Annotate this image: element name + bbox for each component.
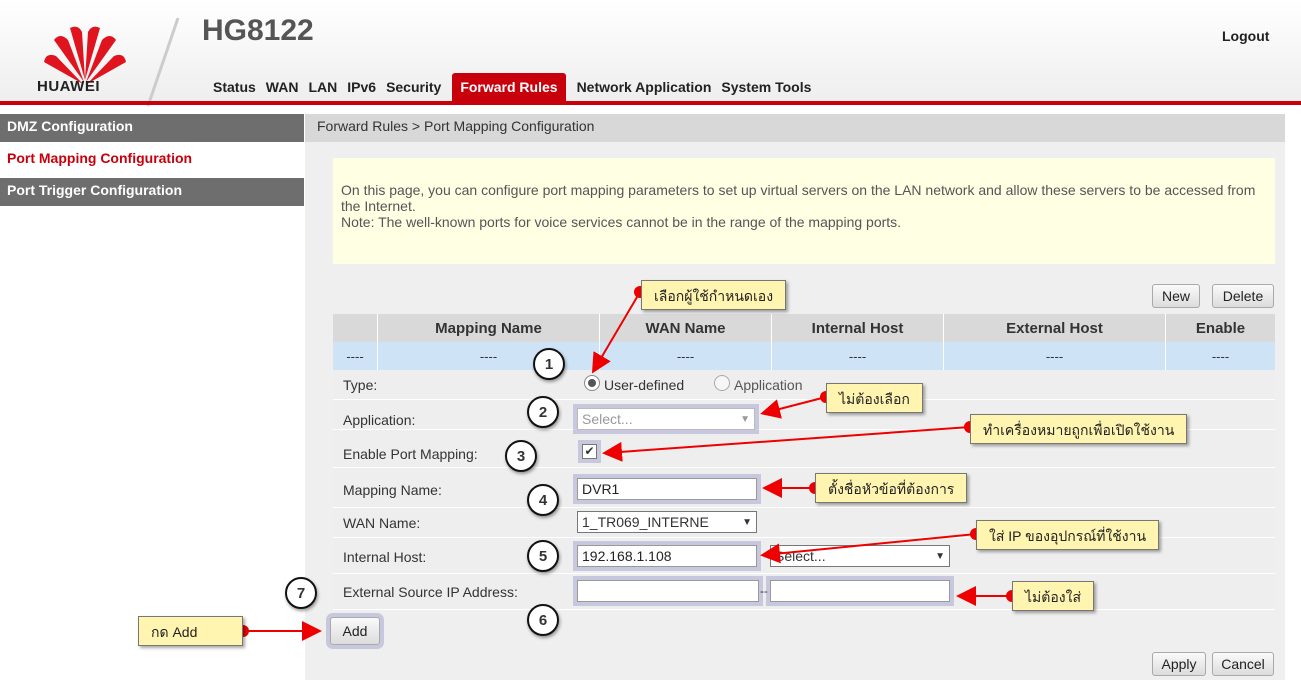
wan-name-label: WAN Name:: [343, 515, 421, 531]
wan-name-value: 1_TR069_INTERNE: [582, 514, 709, 530]
tab-status[interactable]: Status: [208, 79, 261, 102]
internal-host-input[interactable]: 192.168.1.108: [577, 545, 757, 567]
cancel-button[interactable]: Cancel: [1212, 652, 1274, 676]
col-wan-name: WAN Name: [600, 314, 772, 342]
chevron-down-icon: ▼: [742, 516, 752, 528]
info-note: On this page, you can configure port map…: [333, 158, 1275, 264]
step-marker-1: 1: [533, 348, 565, 380]
external-ip-start-input[interactable]: [577, 580, 759, 602]
new-button[interactable]: New: [1152, 284, 1200, 308]
sidebar-item-dmz[interactable]: DMZ Configuration: [0, 114, 304, 146]
radio-application-label: Application: [734, 377, 803, 393]
application-select[interactable]: Select... ▼: [577, 408, 755, 430]
delete-button[interactable]: Delete: [1212, 284, 1274, 308]
cell: ----: [772, 342, 944, 370]
internal-host-select[interactable]: Select... ▼: [770, 545, 950, 567]
col-enable: Enable: [1195, 319, 1246, 337]
cell: ----: [333, 342, 378, 370]
col-external-host: External Host: [944, 314, 1166, 342]
step-marker-2: 2: [527, 396, 559, 428]
range-separator: --: [760, 584, 768, 598]
device-model: HG8122: [202, 14, 314, 47]
cell: ----: [600, 342, 772, 370]
step-marker-7: 7: [285, 577, 317, 609]
callout-select-user-defined: เลือกผู้ใช้กำหนดเอง: [641, 280, 787, 310]
sidebar-item-port-mapping[interactable]: Port Mapping Configuration: [0, 146, 304, 178]
application-label: Application:: [343, 412, 416, 428]
external-ip-label: External Source IP Address:: [343, 584, 518, 600]
external-ip-end-input[interactable]: [770, 580, 950, 602]
step-marker-6: 6: [527, 604, 559, 636]
callout-no-selection: ไม่ต้องเลือก: [826, 383, 923, 413]
tab-forward-rules[interactable]: Forward Rules: [452, 73, 566, 102]
chevron-down-icon: ▼: [935, 550, 945, 562]
header-divider: [146, 18, 180, 107]
tab-ipv6[interactable]: IPv6: [342, 79, 381, 102]
cell: ----: [1211, 348, 1230, 364]
logout-link[interactable]: Logout: [1222, 28, 1269, 44]
brand-name: HUAWEI: [37, 78, 100, 95]
checkmark-icon: ✔: [584, 444, 595, 458]
tab-wan[interactable]: WAN: [261, 79, 304, 102]
nav-underline: [0, 101, 1301, 105]
enable-checkbox[interactable]: ✔: [582, 444, 597, 459]
tab-system-tools[interactable]: System Tools: [716, 79, 816, 102]
application-select-value: Select...: [582, 411, 633, 427]
internal-host-select-value: Select...: [775, 548, 826, 564]
table-header: Mapping Name WAN Name Internal Host Exte…: [333, 314, 1275, 342]
callout-check-enable: ทำเครื่องหมายถูกเพื่อเปิดใช้งาน: [970, 414, 1188, 444]
sidebar-item-port-trigger[interactable]: Port Trigger Configuration: [0, 178, 304, 210]
add-button[interactable]: Add: [330, 617, 380, 645]
table-row[interactable]: ---- ---- ---- ---- ---- ----: [333, 342, 1275, 370]
type-label: Type:: [343, 377, 378, 393]
callout-set-name: ตั้งชื่อหัวข้อที่ต้องการ: [815, 473, 968, 503]
mapping-name-input[interactable]: DVR1: [577, 478, 757, 500]
cell: ----: [378, 342, 600, 370]
form-row-type: [333, 370, 1275, 400]
note-warning: Note: The well-known ports for voice ser…: [341, 214, 902, 230]
apply-button[interactable]: Apply: [1152, 652, 1206, 676]
col-select: [333, 314, 378, 342]
cell: ----: [944, 342, 1166, 370]
callout-leave-empty: ไม่ต้องใส่: [1012, 581, 1094, 611]
callout-device-ip: ใส่ IP ของอุปกรณ์ที่ใช้งาน: [976, 520, 1160, 550]
radio-user-defined-label: User-defined: [604, 377, 685, 393]
step-marker-5: 5: [527, 540, 559, 572]
tab-security[interactable]: Security: [381, 79, 446, 102]
step-marker-3: 3: [505, 440, 537, 472]
chevron-down-icon: ▼: [740, 413, 750, 425]
radio-user-defined[interactable]: [584, 375, 600, 391]
note-text: On this page, you can configure port map…: [341, 182, 1256, 214]
callout-press-add: กด Add: [138, 616, 243, 646]
radio-application[interactable]: [714, 375, 730, 391]
mapping-name-label: Mapping Name:: [343, 482, 442, 498]
wan-name-select[interactable]: 1_TR069_INTERNE ▼: [577, 511, 757, 533]
tab-network-application[interactable]: Network Application: [572, 79, 717, 102]
form-row-name: [333, 468, 1275, 508]
tab-lan[interactable]: LAN: [303, 79, 342, 102]
col-internal-host: Internal Host: [772, 314, 944, 342]
sidebar: DMZ Configuration Port Mapping Configura…: [0, 114, 304, 210]
mapping-table: Mapping Name WAN Name Internal Host Exte…: [333, 314, 1275, 370]
breadcrumb: Forward Rules > Port Mapping Configurati…: [305, 114, 1285, 142]
internal-host-label: Internal Host:: [343, 549, 427, 565]
main-nav: Status WAN LAN IPv6 Security Forward Rul…: [208, 70, 816, 102]
col-mapping-name: Mapping Name: [378, 314, 600, 342]
step-marker-4: 4: [527, 484, 559, 516]
enable-label: Enable Port Mapping:: [343, 446, 478, 462]
